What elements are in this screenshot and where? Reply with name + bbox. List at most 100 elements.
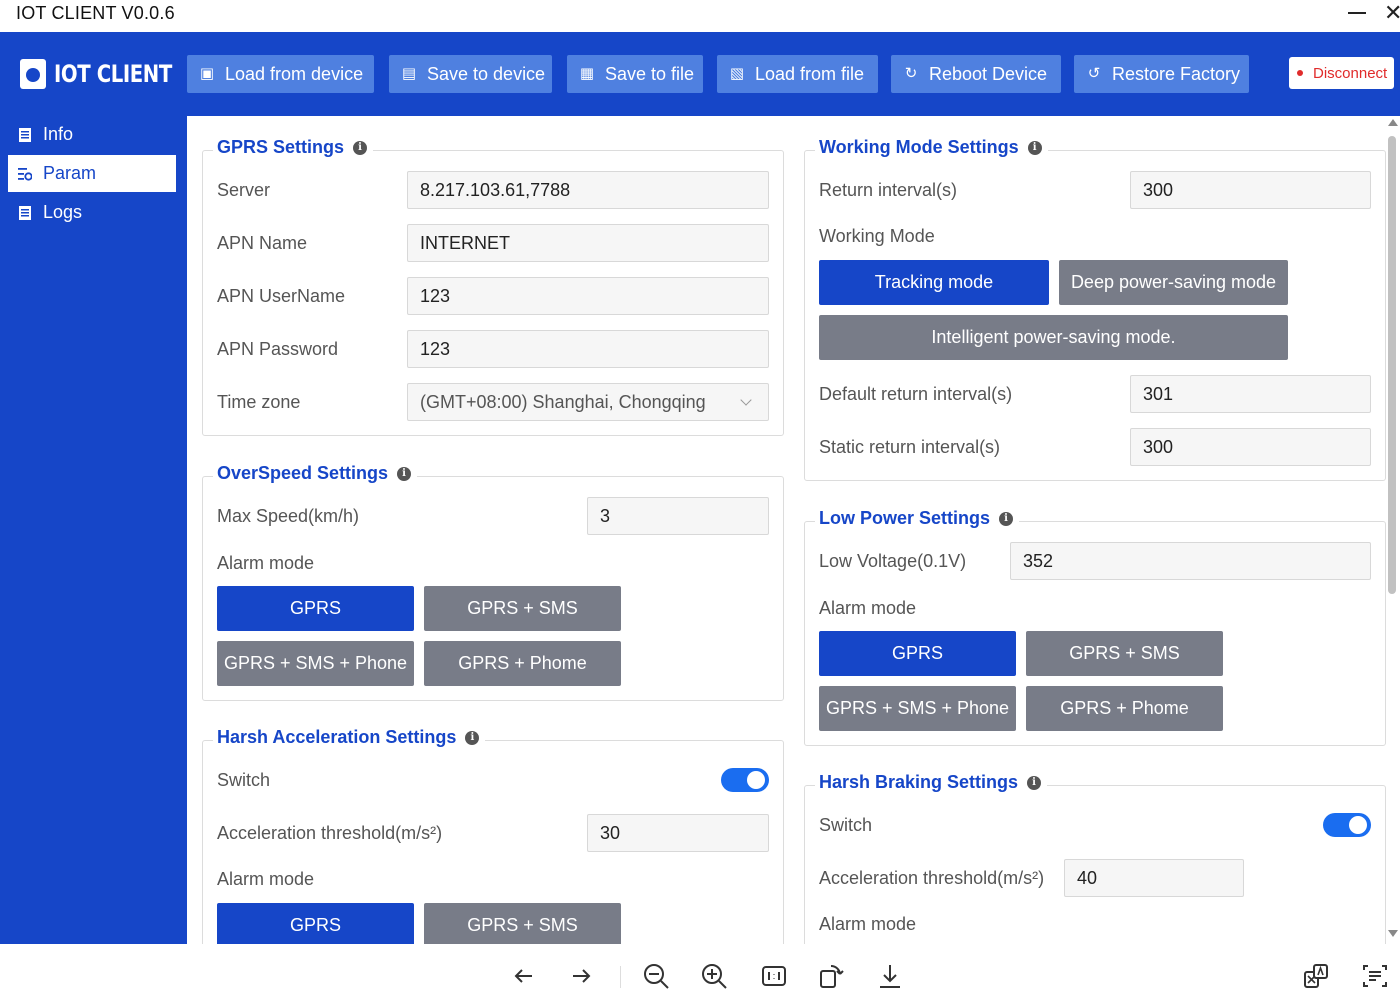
sidebar-item-info[interactable]: Info: [8, 116, 176, 153]
alarm-mode-label: Alarm mode: [217, 553, 315, 573]
minimize-icon[interactable]: [1348, 12, 1366, 14]
apn-username-label: APN UserName: [217, 286, 346, 306]
settings-icon: [18, 167, 32, 181]
alarm-mode-gprs-phone-button[interactable]: GPRS + Phome: [1026, 686, 1223, 731]
actual-size-icon[interactable]: [760, 962, 788, 990]
alarm-mode-gprs-button[interactable]: GPRS: [217, 903, 414, 944]
alarm-mode-gprs-sms-button[interactable]: GPRS + SMS: [1026, 631, 1223, 676]
apn-password-input[interactable]: 123: [407, 330, 769, 368]
alarm-mode-gprs-phone-button[interactable]: GPRS + Phome: [424, 641, 621, 686]
acceleration-threshold-input[interactable]: 30: [587, 814, 769, 852]
harsh-acceleration-switch[interactable]: [721, 768, 769, 792]
reboot-device-button[interactable]: ↻ Reboot Device: [891, 55, 1061, 93]
arrow-right-icon[interactable]: [567, 962, 595, 990]
close-icon[interactable]: ✕: [1384, 0, 1400, 26]
deep-power-saving-mode-button[interactable]: Deep power-saving mode: [1059, 260, 1288, 305]
gprs-settings-panel: GPRS Settings i Server 8.217.103.61,7788 …: [202, 137, 784, 436]
save-to-file-button[interactable]: ▦ Save to file: [567, 55, 703, 93]
doc-icon: [19, 205, 31, 220]
low-voltage-input[interactable]: 352: [1010, 542, 1371, 580]
disconnect-label: Disconnect: [1313, 64, 1388, 82]
info-icon[interactable]: i: [1027, 775, 1042, 790]
alarm-mode-gprs-sms-phone-button[interactable]: GPRS + SMS + Phone: [819, 686, 1016, 731]
app-logo: IOT CLIENT: [20, 56, 198, 92]
overspeed-title-text: OverSpeed Settings: [217, 463, 389, 483]
low-power-title: Low Power Settings i: [815, 508, 1020, 529]
load-from-file-button[interactable]: ▧ Load from file: [717, 55, 878, 93]
alarm-mode-gprs-button[interactable]: GPRS: [819, 631, 1016, 676]
time-zone-select[interactable]: (GMT+08:00) Shanghai, Chongqing: [407, 383, 769, 421]
sidebar-item-param[interactable]: Param: [8, 155, 176, 192]
disconnect-button[interactable]: Disconnect: [1289, 57, 1394, 89]
save-to-device-label: Save to device: [427, 63, 546, 84]
sidebar-item-label: Param: [43, 163, 97, 183]
sidebar-item-label: Info: [43, 124, 74, 144]
info-icon[interactable]: i: [465, 730, 480, 745]
zoom-in-icon[interactable]: [700, 962, 728, 990]
main-content: GPRS Settings i Server 8.217.103.61,7788 …: [187, 116, 1400, 944]
static-return-interval-input[interactable]: 300: [1130, 428, 1371, 466]
scroll-up-arrow-icon[interactable]: [1388, 119, 1398, 126]
scroll-down-arrow-icon[interactable]: [1388, 930, 1398, 937]
braking-threshold-input[interactable]: 40: [1064, 859, 1244, 897]
download-icon[interactable]: [876, 962, 904, 990]
harsh-braking-title: Harsh Braking Settings i: [815, 772, 1048, 793]
doc-icon: [19, 127, 31, 142]
overspeed-settings-panel: OverSpeed Settings i Max Speed(km/h) 3 Al…: [202, 463, 784, 701]
acceleration-threshold-label: Acceleration threshold(m/s²): [217, 823, 443, 843]
translate-icon[interactable]: [1302, 962, 1330, 990]
sidebar: Info Param Logs: [0, 116, 187, 944]
reboot-device-label: Reboot Device: [929, 63, 1048, 84]
alarm-mode-gprs-sms-button[interactable]: GPRS + SMS: [424, 586, 621, 631]
harsh-braking-switch[interactable]: [1323, 813, 1371, 837]
rotate-icon[interactable]: [817, 962, 845, 990]
save-to-device-button[interactable]: ▤ Save to device: [389, 55, 552, 93]
info-icon[interactable]: i: [397, 466, 412, 481]
gprs-title-text: GPRS Settings: [217, 137, 345, 157]
app-header: IOT CLIENT ▣ Load from device ▤ Save to …: [0, 32, 1400, 116]
apn-name-label: APN Name: [217, 233, 308, 253]
info-icon[interactable]: i: [999, 511, 1014, 526]
time-zone-value: (GMT+08:00) Shanghai, Chongqing: [420, 391, 706, 412]
reload-icon: ↻: [904, 65, 918, 82]
apn-username-input[interactable]: 123: [407, 277, 769, 315]
restore-factory-label: Restore Factory: [1112, 63, 1241, 84]
alarm-mode-gprs-sms-button[interactable]: GPRS + SMS: [424, 903, 621, 944]
return-interval-label: Return interval(s): [819, 180, 958, 200]
apn-password-label: APN Password: [217, 339, 339, 359]
max-speed-input[interactable]: 3: [587, 497, 769, 535]
restore-factory-button[interactable]: ↺ Restore Factory: [1074, 55, 1249, 93]
alarm-mode-gprs-button[interactable]: GPRS: [217, 586, 414, 631]
low-voltage-label: Low Voltage(0.1V): [819, 551, 967, 571]
low-power-title-text: Low Power Settings: [819, 508, 991, 528]
info-icon[interactable]: i: [353, 140, 368, 155]
harsh-acceleration-panel: Harsh Acceleration Settings i Switch Acce…: [202, 727, 784, 944]
alarm-mode-gprs-sms-phone-button[interactable]: GPRS + SMS + Phone: [217, 641, 414, 686]
low-power-panel: Low Power Settings i Low Voltage(0.1V) 35…: [804, 508, 1386, 746]
vertical-scrollbar[interactable]: [1388, 136, 1396, 594]
text-extract-icon[interactable]: [1361, 962, 1389, 990]
zoom-out-icon[interactable]: [642, 962, 670, 990]
arrow-left-icon[interactable]: [510, 962, 538, 990]
window-title: IOT CLIENT V0.0.6: [16, 3, 175, 23]
info-icon[interactable]: i: [1027, 140, 1042, 155]
server-input[interactable]: 8.217.103.61,7788: [407, 171, 769, 209]
sidebar-item-label: Logs: [43, 202, 83, 222]
status-dot-icon: [1297, 70, 1303, 76]
sidebar-item-logs[interactable]: Logs: [8, 194, 176, 231]
return-interval-input[interactable]: 300: [1130, 171, 1371, 209]
overspeed-settings-title: OverSpeed Settings i: [213, 463, 418, 484]
apn-name-input[interactable]: INTERNET: [407, 224, 769, 262]
acceleration-threshold-label: Acceleration threshold(m/s²): [819, 868, 1045, 888]
save-device-icon: ▤: [401, 65, 417, 82]
static-return-interval-label: Static return interval(s): [819, 437, 1001, 457]
tracking-mode-button[interactable]: Tracking mode: [819, 260, 1049, 305]
intelligent-power-saving-mode-button[interactable]: Intelligent power-saving mode.: [819, 315, 1288, 360]
load-from-device-button[interactable]: ▣ Load from device: [187, 55, 374, 93]
default-return-interval-input[interactable]: 301: [1130, 375, 1371, 413]
switch-label: Switch: [217, 770, 271, 790]
load-device-icon: ▣: [199, 65, 215, 82]
logo-text: IOT CLIENT: [54, 60, 172, 88]
harsh-braking-title-text: Harsh Braking Settings: [819, 772, 1019, 792]
chevron-down-icon: [740, 394, 752, 406]
